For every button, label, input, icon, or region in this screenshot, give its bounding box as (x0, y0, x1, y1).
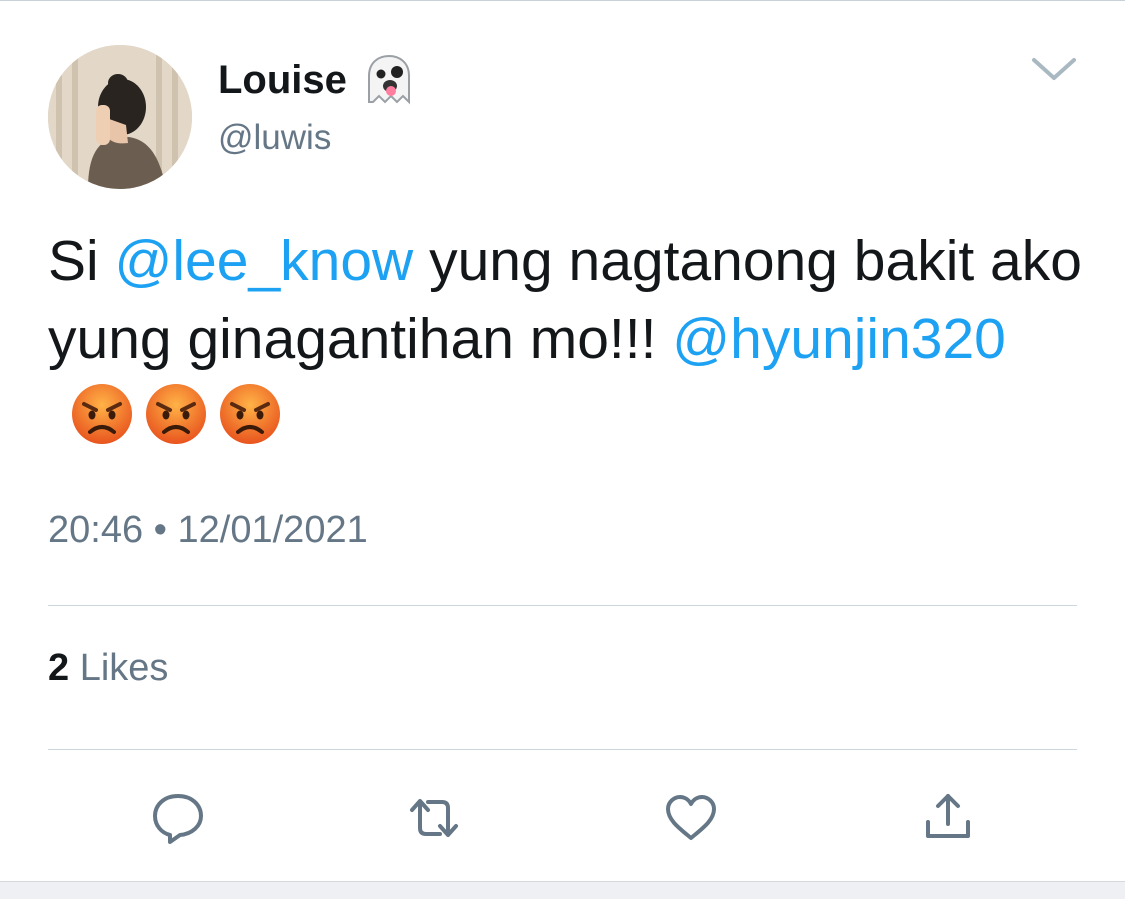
like-icon[interactable] (663, 790, 719, 846)
tweet-date: 12/01/2021 (177, 509, 368, 551)
share-icon[interactable] (920, 790, 976, 846)
mention-link[interactable]: @lee_know (115, 229, 414, 293)
tweet-timestamp: 20:46 • 12/01/2021 (48, 506, 368, 554)
mention-link[interactable]: @hyunjin320 (672, 307, 1006, 371)
divider (48, 605, 1077, 606)
retweet-icon[interactable] (406, 790, 462, 846)
likes-count: 2 (48, 647, 70, 689)
timestamp-separator: • (153, 509, 167, 551)
angry-face-icon (218, 382, 282, 446)
display-name-row[interactable]: Louise (218, 52, 417, 108)
tweet-text: Si @lee_know yung nagtanong bakit ako yu… (48, 222, 1088, 456)
ghost-icon (361, 52, 417, 108)
avatar[interactable] (48, 45, 192, 189)
tweet-time: 20:46 (48, 509, 144, 551)
reply-icon[interactable] (150, 790, 206, 846)
display-name[interactable]: Louise (218, 54, 347, 106)
chevron-down-icon[interactable] (1030, 54, 1078, 84)
angry-face-icon (70, 382, 134, 446)
tweet-text-segment: Si (48, 229, 115, 293)
top-border (0, 0, 1125, 1)
bottom-bar (0, 881, 1125, 899)
divider (48, 749, 1077, 750)
angry-face-icon (144, 382, 208, 446)
likes-label: Likes (79, 647, 169, 689)
likes-stat[interactable]: 2 Likes (48, 644, 168, 692)
user-handle[interactable]: @luwis (218, 116, 331, 160)
